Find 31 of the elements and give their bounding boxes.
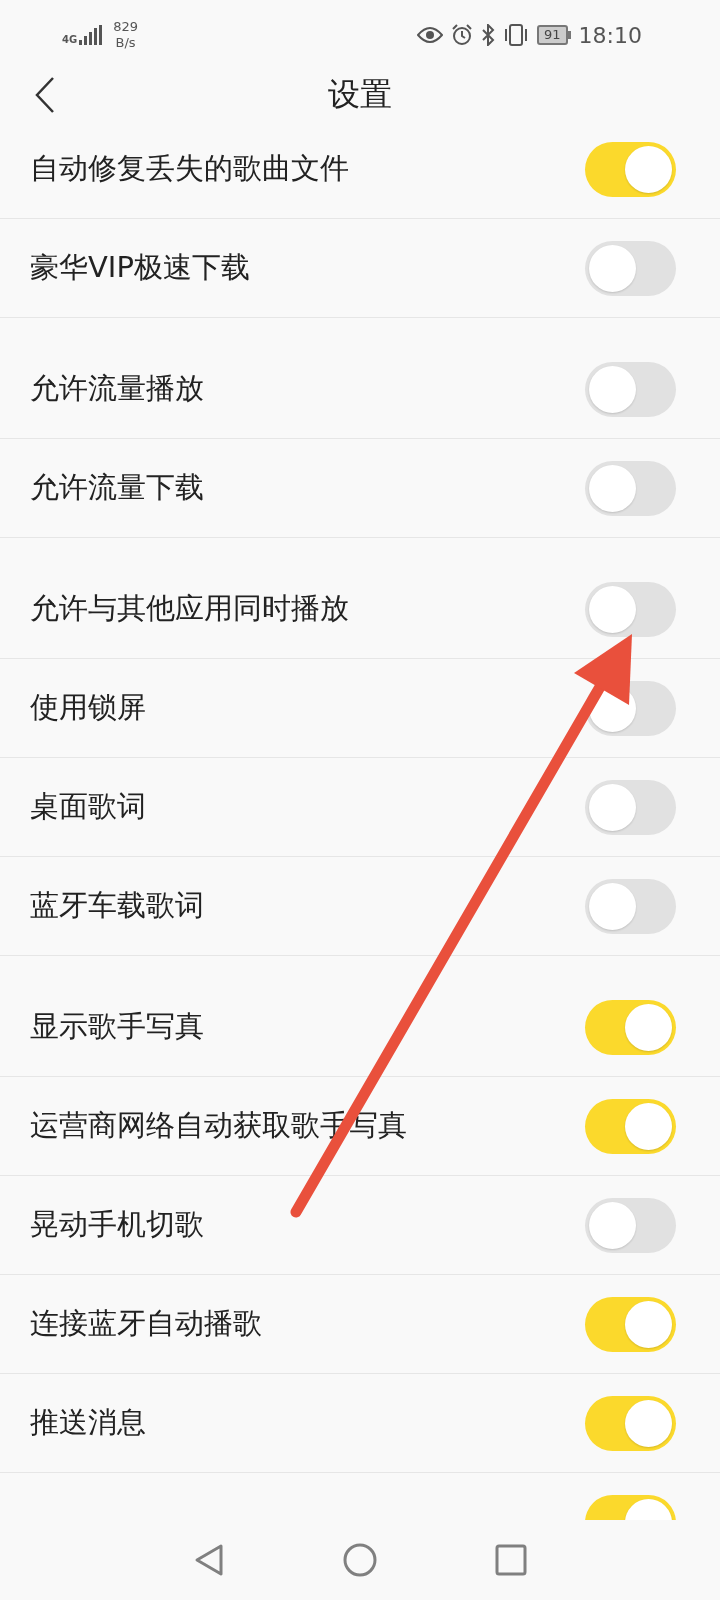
setting-label: 晃动手机切歌 xyxy=(30,1206,205,1243)
toggle-switch[interactable] xyxy=(585,141,676,197)
page-title: 设置 xyxy=(328,74,392,115)
home-nav-button[interactable] xyxy=(343,1543,377,1577)
toggle-switch[interactable] xyxy=(585,1098,676,1154)
network-type: 4G xyxy=(62,35,78,45)
battery-icon: 91 xyxy=(537,25,571,45)
setting-label: 豪华VIP极速下载 xyxy=(30,249,251,286)
setting-label: 使用锁屏 xyxy=(30,689,147,726)
signal-icon xyxy=(79,25,104,45)
setting-label: 自动修复丢失的歌曲文件 xyxy=(30,150,350,187)
setting-label: 允许流量下载 xyxy=(30,469,205,506)
setting-label: 允许与其他应用同时播放 xyxy=(30,590,350,627)
setting-label: 蓝牙车载歌词 xyxy=(30,887,205,924)
eye-icon xyxy=(417,27,444,43)
vibrate-icon xyxy=(503,24,530,46)
setting-label: 允许流量播放 xyxy=(30,370,205,407)
setting-label: 推送消息 xyxy=(30,1404,147,1441)
bluetooth-icon xyxy=(481,24,496,46)
setting-label: 桌面歌词 xyxy=(30,788,147,825)
setting-label: 连接蓝牙自动播歌 xyxy=(30,1305,263,1342)
toggle-switch[interactable] xyxy=(585,1395,676,1451)
alarm-icon xyxy=(451,24,474,46)
recents-nav-button[interactable] xyxy=(495,1544,527,1576)
toggle-switch[interactable] xyxy=(585,999,676,1055)
toggle-switch[interactable] xyxy=(585,1296,676,1352)
back-nav-button[interactable] xyxy=(193,1543,225,1577)
clock: 18:10 xyxy=(578,22,642,48)
setting-label: 显示歌手写真 xyxy=(30,1008,205,1045)
network-speed: 829 xyxy=(113,19,138,35)
speed-unit: B/s xyxy=(115,35,136,51)
